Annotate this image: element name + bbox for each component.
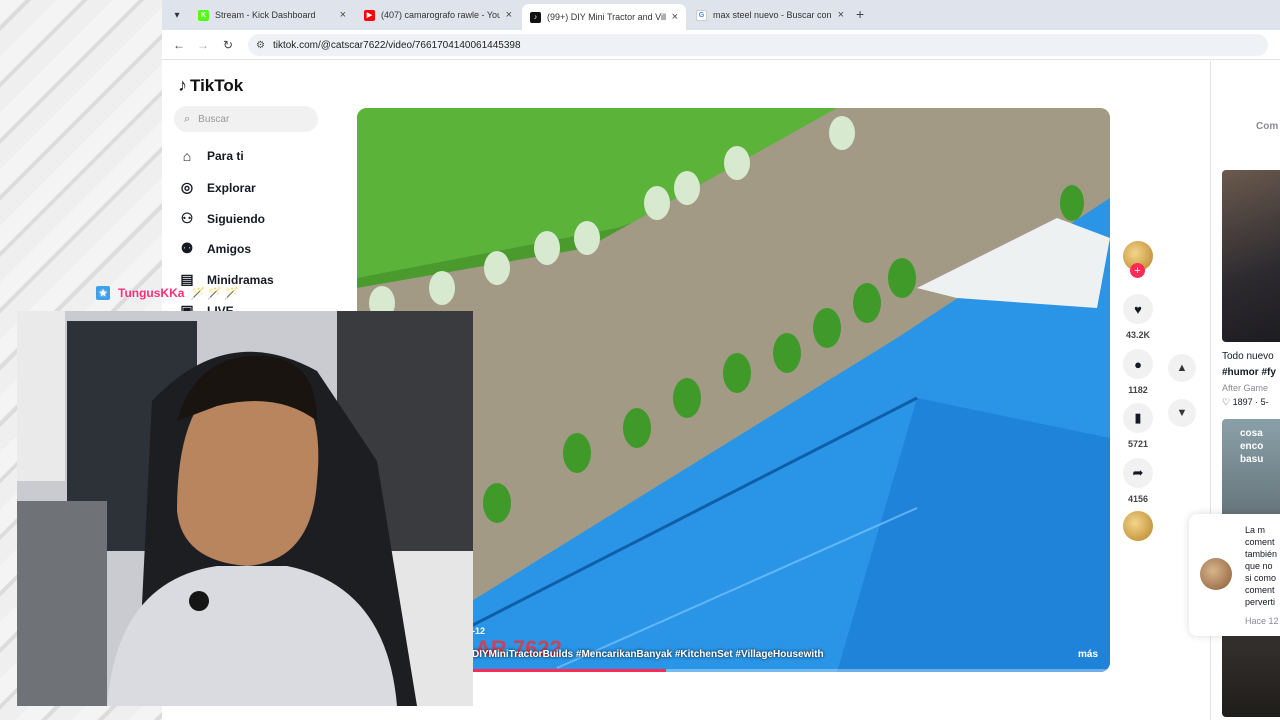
webcam-overlay bbox=[17, 311, 473, 706]
site-info-icon[interactable]: ⚙ bbox=[256, 40, 265, 51]
search-icon: ⌕ bbox=[184, 112, 191, 125]
following-icon: ⚇ bbox=[180, 210, 194, 226]
search-input[interactable]: ⌕ Buscar bbox=[174, 106, 318, 132]
notification-text: La m coment también que no si como comen… bbox=[1245, 525, 1278, 607]
url-field[interactable]: ⚙ tiktok.com/@catscar7622/video/76617041… bbox=[248, 34, 1268, 56]
tab-youtube[interactable]: ▶ (407) camarografo rawle - YouTube × bbox=[356, 4, 520, 26]
logo-text: TikTok bbox=[190, 75, 244, 95]
tab-kick-dashboard[interactable]: K Stream - Kick Dashboard × bbox=[190, 4, 354, 26]
follow-plus-icon[interactable]: + bbox=[1130, 263, 1145, 278]
chevron-down-icon: ▼ bbox=[1176, 407, 1188, 419]
nav-label: Para ti bbox=[207, 149, 244, 163]
reload-icon[interactable]: ↻ bbox=[219, 36, 237, 54]
share-icon: ➦ bbox=[1123, 458, 1153, 488]
share-count: 4156 bbox=[1127, 494, 1149, 504]
youtube-icon: ▶ bbox=[364, 9, 375, 21]
tab-search-button[interactable]: ▾ bbox=[168, 6, 186, 24]
notification-time: Hace 12 bbox=[1245, 616, 1279, 626]
thumbnail-overlay-text: cosa enco basu bbox=[1240, 428, 1264, 465]
google-icon: G bbox=[696, 9, 707, 21]
tab-bar: ▾ K Stream - Kick Dashboard × ▶ (407) ca… bbox=[162, 0, 1280, 30]
home-icon: ⌂ bbox=[182, 148, 192, 164]
chat-username: TungusKKa bbox=[118, 286, 185, 300]
tab-title: (407) camarografo rawle - YouTube bbox=[381, 10, 500, 20]
comment-icon: ● bbox=[1123, 349, 1153, 379]
chat-badge-icon: ★ bbox=[96, 286, 110, 300]
notification-popup[interactable]: La m coment también que no si como comen… bbox=[1189, 514, 1280, 636]
nav-label: Amigos bbox=[207, 241, 252, 256]
related-hashtags[interactable]: #humor #fy bbox=[1222, 367, 1276, 378]
new-tab-button[interactable]: + bbox=[856, 6, 864, 22]
video-caption: DIYMiniTractorBuilds #MencarikanBanyak #… bbox=[472, 649, 824, 660]
chat-emotes: 🪄🪄🪄 bbox=[190, 286, 242, 300]
search-placeholder: Buscar bbox=[198, 113, 230, 125]
like-button[interactable]: ♥ 43.2K bbox=[1122, 294, 1154, 340]
nav-item-siguiendo[interactable]: ⚇ Siguiendo bbox=[178, 210, 265, 227]
video-date: -12 bbox=[472, 626, 486, 636]
close-icon[interactable]: × bbox=[838, 9, 844, 21]
more-button[interactable]: más bbox=[1078, 649, 1098, 660]
tiktok-icon: ♪ bbox=[178, 75, 187, 95]
chat-overlay: ★ TungusKKa 🪄🪄🪄 bbox=[96, 286, 241, 300]
back-icon[interactable]: ← bbox=[170, 36, 188, 54]
nav-item-para-ti[interactable]: ⌂ Para ti bbox=[178, 148, 244, 164]
tab-tiktok-active[interactable]: ♪ (99+) DIY Mini Tractor and Village × bbox=[522, 4, 686, 30]
forward-icon[interactable]: → bbox=[194, 36, 212, 54]
sound-disc[interactable] bbox=[1122, 511, 1154, 541]
previous-video-button[interactable]: ▲ bbox=[1168, 354, 1196, 382]
nav-label: Explorar bbox=[207, 180, 256, 195]
save-count: 5721 bbox=[1127, 439, 1149, 449]
save-button[interactable]: ▮ 5721 bbox=[1122, 403, 1154, 449]
close-icon[interactable]: × bbox=[672, 11, 678, 23]
tab-title: (99+) DIY Mini Tractor and Village bbox=[547, 12, 666, 22]
tab-google[interactable]: G max steel nuevo - Buscar con Google × bbox=[688, 4, 852, 26]
share-button[interactable]: ➦ 4156 bbox=[1122, 458, 1154, 504]
related-author[interactable]: After Game bbox=[1222, 383, 1268, 393]
nav-item-amigos[interactable]: ⚉ Amigos bbox=[178, 240, 251, 257]
compass-icon: ◎ bbox=[180, 179, 194, 195]
comment-button[interactable]: ● 1182 bbox=[1122, 349, 1154, 395]
close-icon[interactable]: × bbox=[340, 9, 346, 21]
nav-label: Siguiendo bbox=[207, 211, 265, 226]
tiktok-icon: ♪ bbox=[530, 11, 541, 23]
comment-count: 1182 bbox=[1128, 385, 1148, 395]
bookmark-icon: ▮ bbox=[1123, 403, 1153, 433]
heart-icon: ♥ bbox=[1123, 294, 1153, 324]
nav-label: Minidramas bbox=[207, 272, 274, 287]
comments-tab[interactable]: Com bbox=[1256, 121, 1278, 132]
video-thumbnail[interactable] bbox=[1222, 170, 1280, 342]
avatar bbox=[1200, 558, 1232, 590]
friends-icon: ⚉ bbox=[180, 240, 194, 256]
nav-item-explorar[interactable]: ◎ Explorar bbox=[178, 179, 256, 196]
like-count: 43.2K bbox=[1125, 330, 1151, 340]
url-text: tiktok.com/@catscar7622/video/7661704140… bbox=[272, 39, 521, 51]
close-icon[interactable]: × bbox=[506, 9, 512, 21]
tiktok-logo[interactable]: ♪ TikTok bbox=[178, 75, 243, 96]
address-bar: ← → ↻ ⚙ tiktok.com/@catscar7622/video/76… bbox=[162, 30, 1280, 60]
chevron-up-icon: ▲ bbox=[1176, 362, 1188, 374]
creator-avatar[interactable]: + bbox=[1122, 241, 1154, 278]
next-video-button[interactable]: ▼ bbox=[1168, 399, 1196, 427]
related-title[interactable]: Todo nuevo bbox=[1222, 351, 1274, 362]
tab-title: max steel nuevo - Buscar con Google bbox=[713, 10, 832, 20]
related-stats: ♡ 1897 · 5- bbox=[1222, 397, 1269, 407]
music-disc-icon bbox=[1123, 511, 1153, 541]
tab-title: Stream - Kick Dashboard bbox=[215, 10, 316, 20]
webcam-frame bbox=[17, 311, 473, 706]
kick-icon: K bbox=[198, 9, 209, 21]
